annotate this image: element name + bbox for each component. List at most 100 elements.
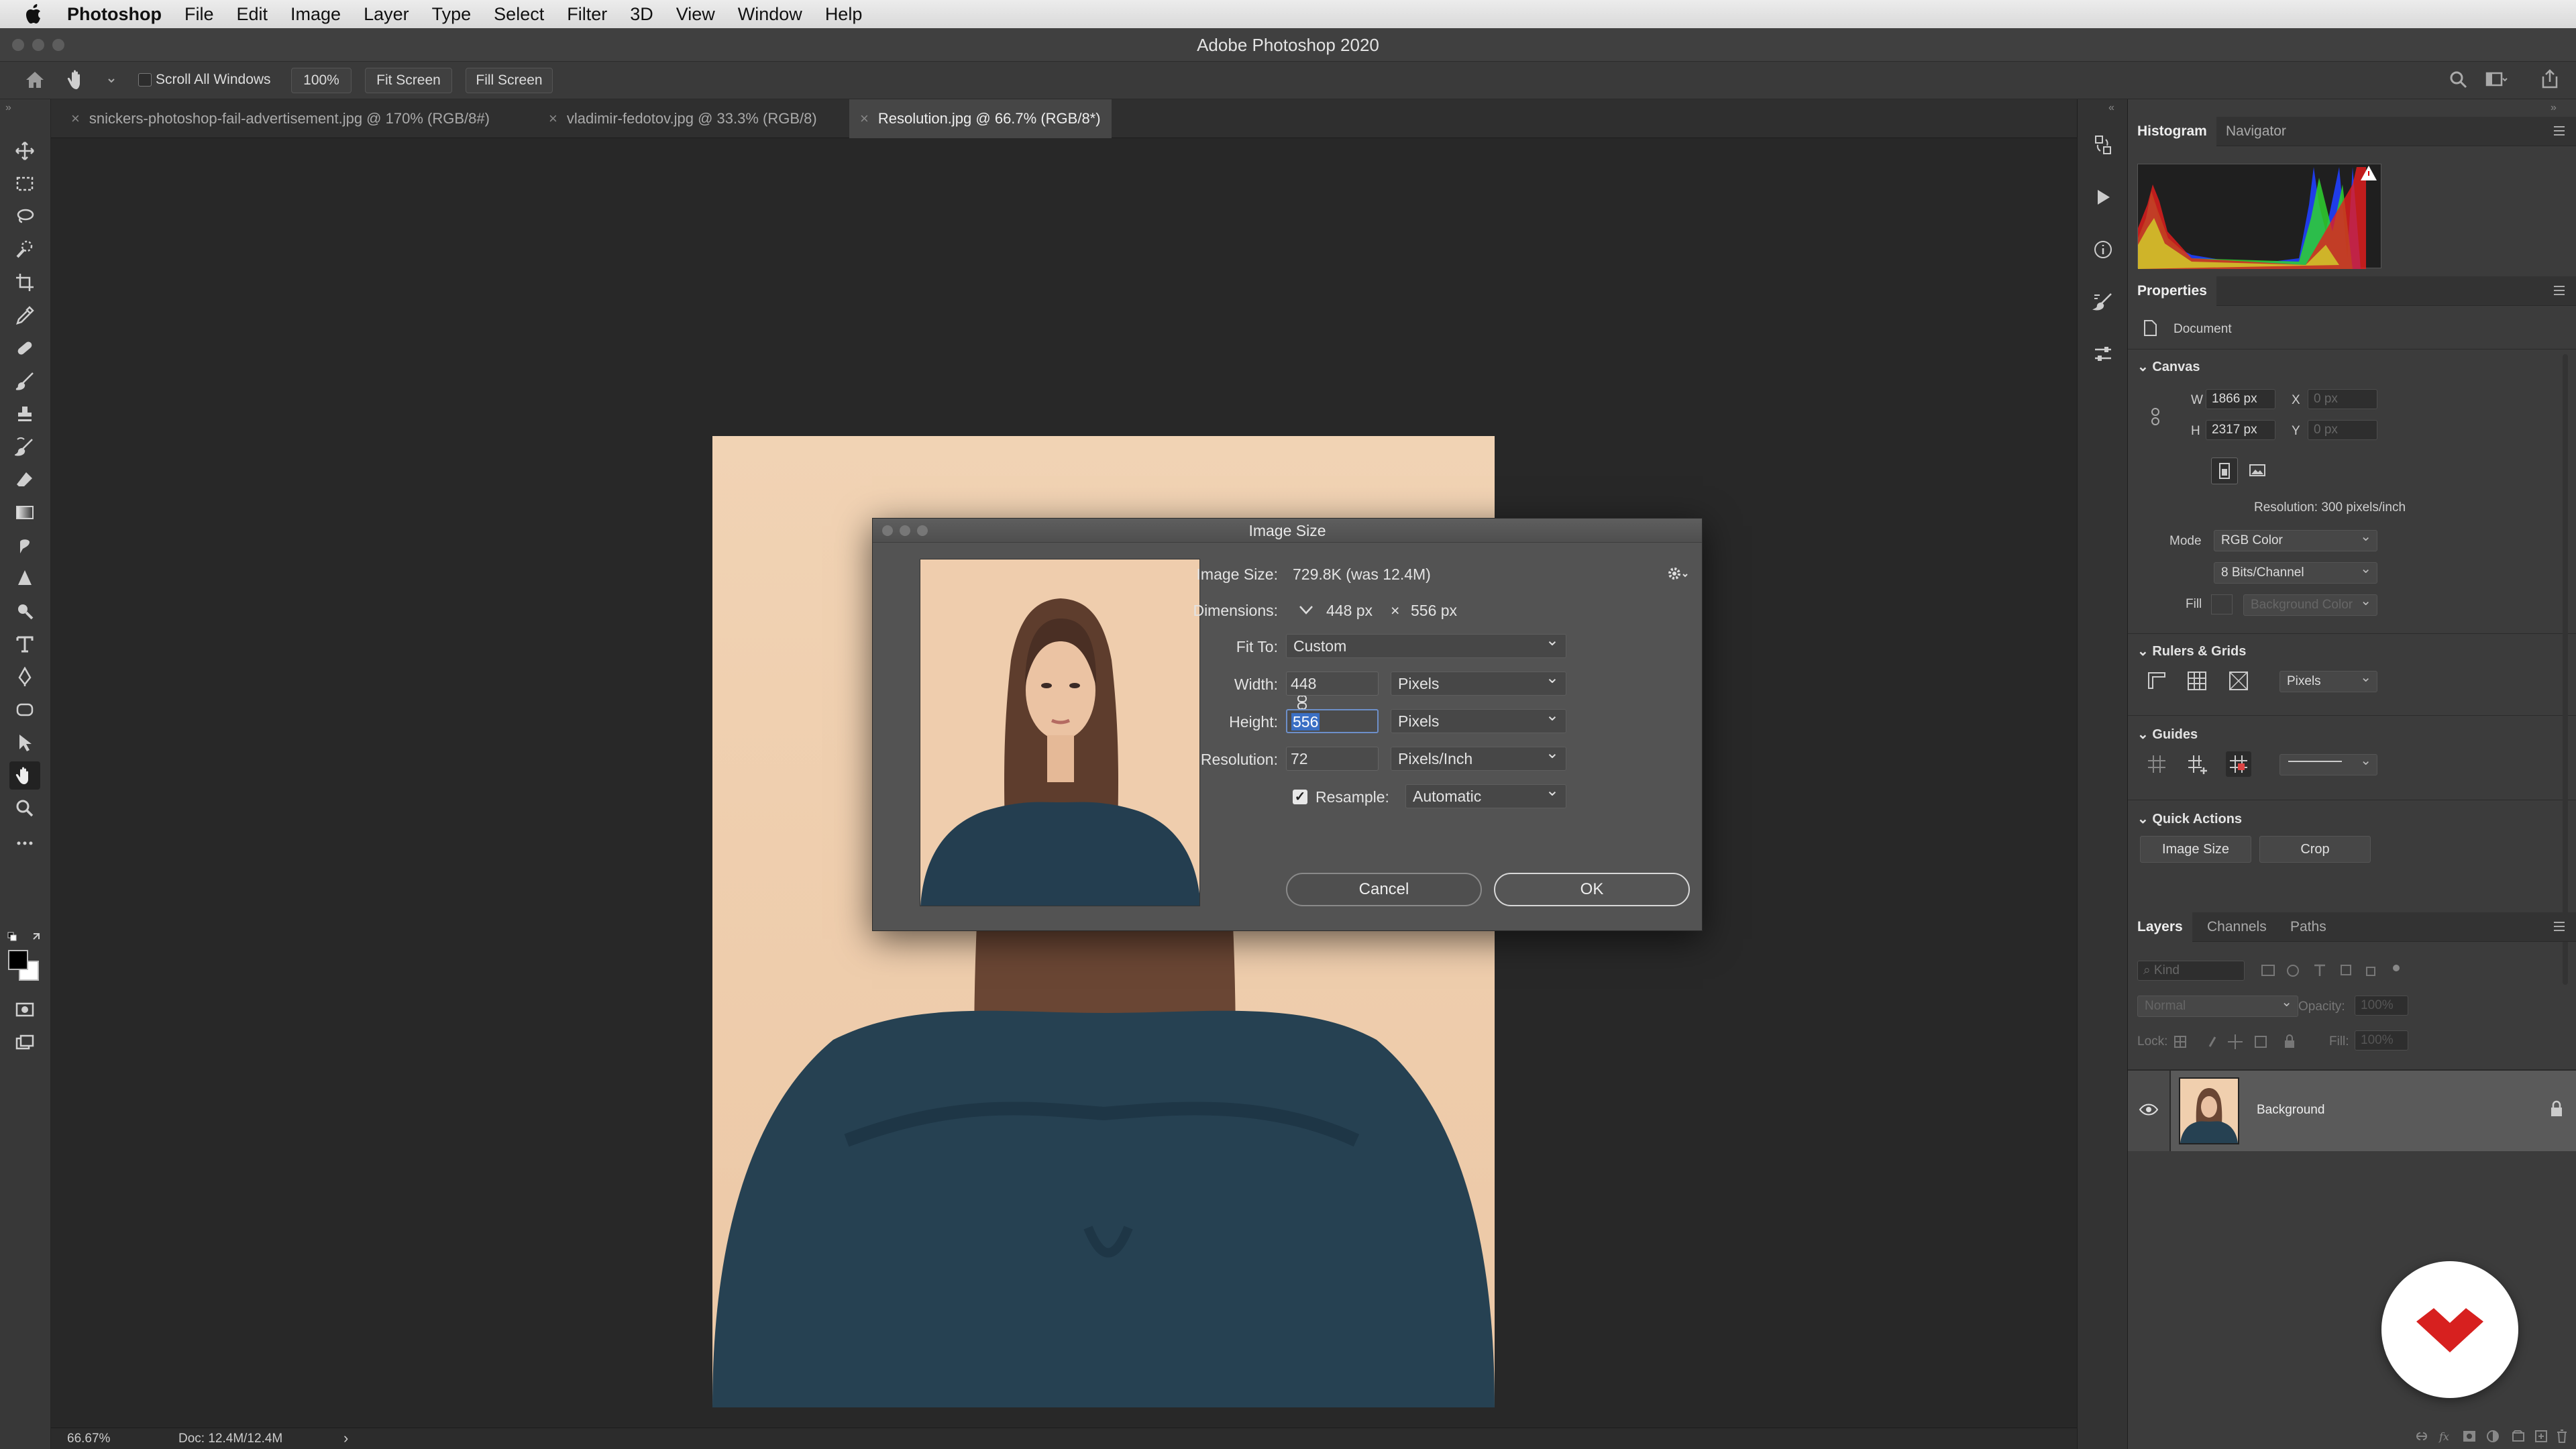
cancel-button[interactable]: Cancel: [1286, 873, 1482, 906]
collapse-dock-icon[interactable]: «: [2108, 102, 2114, 114]
fit-screen-button[interactable]: Fit Screen: [365, 68, 452, 93]
close-tab-icon[interactable]: ×: [71, 110, 80, 127]
blend-mode-dropdown[interactable]: Normal: [2137, 992, 2298, 1017]
rulers-unit-dropdown[interactable]: Pixels: [2279, 667, 2377, 692]
close-window-button[interactable]: [12, 39, 24, 51]
close-tab-icon[interactable]: ×: [860, 110, 869, 127]
menu-type[interactable]: Type: [432, 4, 472, 25]
panel-menu-icon[interactable]: [2552, 919, 2567, 938]
canvas-x-field[interactable]: 0 px: [2308, 389, 2377, 409]
hand-tool-preset[interactable]: [64, 67, 125, 94]
move-tool-icon[interactable]: [9, 137, 40, 165]
dialog-close-button[interactable]: [882, 525, 893, 536]
menu-3d[interactable]: 3D: [630, 4, 653, 25]
quick-crop-button[interactable]: Crop: [2259, 836, 2371, 863]
bit-depth-dropdown[interactable]: 8 Bits/Channel: [2214, 559, 2377, 584]
shape-tool-icon[interactable]: [9, 696, 40, 724]
rulers-grids-section-header[interactable]: ⌄ Rulers & Grids: [2137, 643, 2246, 659]
menu-edit[interactable]: Edit: [237, 4, 268, 25]
collapse-toolbar-icon[interactable]: »: [5, 102, 11, 114]
zoom-100-button[interactable]: 100%: [291, 68, 352, 93]
menu-app[interactable]: Photoshop: [67, 4, 162, 25]
workspace-icon[interactable]: [2485, 70, 2508, 93]
tab-snickers[interactable]: × snickers-photoshop-fail-advertisement.j…: [60, 99, 500, 138]
dodge-tool-icon[interactable]: [9, 564, 40, 592]
dimensions-dropdown-icon[interactable]: [1297, 600, 1316, 623]
ok-button[interactable]: OK: [1494, 873, 1690, 906]
brush-tool-icon[interactable]: [9, 367, 40, 395]
settings-gear-icon[interactable]: [1666, 564, 1688, 588]
width-field[interactable]: 448: [1286, 672, 1379, 696]
zoom-window-button[interactable]: [52, 39, 64, 51]
eraser-tool-icon[interactable]: [9, 466, 40, 494]
resolution-field[interactable]: 72: [1286, 747, 1379, 771]
layer-name[interactable]: Background: [2257, 1103, 2324, 1118]
healing-brush-tool-icon[interactable]: [9, 334, 40, 362]
lock-icons[interactable]: [2172, 1032, 2320, 1055]
status-menu-arrow[interactable]: ›: [343, 1430, 348, 1447]
search-icon[interactable]: [2449, 70, 2469, 93]
height-unit-dropdown[interactable]: Pixels: [1391, 704, 1566, 733]
guide-style-dropdown[interactable]: [2279, 751, 2377, 775]
lasso-tool-icon[interactable]: [9, 203, 40, 231]
tab-paths[interactable]: Paths: [2281, 912, 2336, 942]
eye-visibility-icon[interactable]: [2139, 1102, 2159, 1121]
brushes-panel-icon[interactable]: [2088, 287, 2118, 317]
image-preview[interactable]: [920, 559, 1200, 906]
portrait-orientation-icon[interactable]: [2211, 458, 2238, 484]
menu-image[interactable]: Image: [290, 4, 341, 25]
menu-view[interactable]: View: [676, 4, 715, 25]
opacity-field[interactable]: 100%: [2355, 996, 2408, 1016]
eyedropper-tool-icon[interactable]: [9, 301, 40, 329]
quick-mask-icon[interactable]: [9, 996, 40, 1024]
fill-screen-button[interactable]: Fill Screen: [466, 68, 553, 93]
zoom-tool-icon[interactable]: [9, 794, 40, 822]
layer-filter-icons[interactable]: [2258, 961, 2412, 984]
tab-layers[interactable]: Layers: [2128, 912, 2192, 942]
guides-from-shape-icon[interactable]: [2226, 751, 2251, 777]
fit-to-dropdown[interactable]: Custom: [1286, 629, 1566, 658]
resample-dropdown[interactable]: Automatic: [1405, 780, 1566, 808]
ruler-icon[interactable]: [2145, 669, 2168, 696]
new-guide-icon[interactable]: [2186, 753, 2208, 779]
share-icon[interactable]: [2540, 68, 2560, 93]
tab-properties[interactable]: Properties: [2128, 276, 2216, 306]
history-panel-icon[interactable]: [2088, 130, 2118, 160]
tab-channels[interactable]: Channels: [2198, 912, 2276, 942]
status-zoom[interactable]: 66.67%: [67, 1432, 110, 1446]
crop-tool-icon[interactable]: [9, 268, 40, 297]
adjustments-panel-icon[interactable]: [2088, 339, 2118, 369]
tab-navigator[interactable]: Navigator: [2216, 117, 2296, 146]
fill-dropdown[interactable]: Background Color: [2243, 591, 2377, 616]
quick-actions-section-header[interactable]: ⌄ Quick Actions: [2137, 810, 2242, 827]
properties-scrollbar[interactable]: [2563, 354, 2568, 985]
landscape-orientation-icon[interactable]: [2245, 458, 2271, 484]
resolution-unit-dropdown[interactable]: Pixels/Inch: [1391, 742, 1566, 771]
path-selection-tool-icon[interactable]: [9, 729, 40, 757]
menu-window[interactable]: Window: [738, 4, 802, 25]
canvas-width-field[interactable]: 1866 px: [2206, 389, 2275, 409]
history-brush-tool-icon[interactable]: [9, 433, 40, 461]
layer-kind-filter[interactable]: ⌕ Kind: [2137, 961, 2245, 981]
default-colors-icon[interactable]: [7, 931, 44, 948]
foreground-color-swatch[interactable]: [8, 950, 28, 970]
layer-background-row[interactable]: Background: [2171, 1071, 2576, 1151]
menu-file[interactable]: File: [184, 4, 214, 25]
canvas-section-header[interactable]: ⌄ Canvas: [2137, 358, 2200, 375]
fill-opacity-field[interactable]: 100%: [2355, 1030, 2408, 1051]
quick-image-size-button[interactable]: Image Size: [2140, 836, 2251, 863]
canvas-y-field[interactable]: 0 px: [2308, 420, 2377, 440]
apple-icon[interactable]: [24, 3, 44, 25]
collapse-panels-icon[interactable]: »: [2551, 102, 2557, 114]
blur-tool-icon[interactable]: [9, 531, 40, 559]
height-field[interactable]: 556: [1286, 709, 1379, 733]
resample-checkbox[interactable]: ✓: [1293, 790, 1307, 804]
minimize-window-button[interactable]: [32, 39, 44, 51]
grid-icon[interactable]: [2186, 669, 2208, 696]
panel-menu-icon[interactable]: [2552, 123, 2567, 142]
path-tool-icon[interactable]: [9, 663, 40, 691]
gradient-tool-icon[interactable]: [9, 498, 40, 527]
canvas-height-field[interactable]: 2317 px: [2206, 420, 2275, 440]
fill-swatch[interactable]: [2211, 594, 2233, 614]
tab-vladimir-fedotov[interactable]: × vladimir-fedotov.jpg @ 33.3% (RGB/8): [538, 99, 828, 138]
